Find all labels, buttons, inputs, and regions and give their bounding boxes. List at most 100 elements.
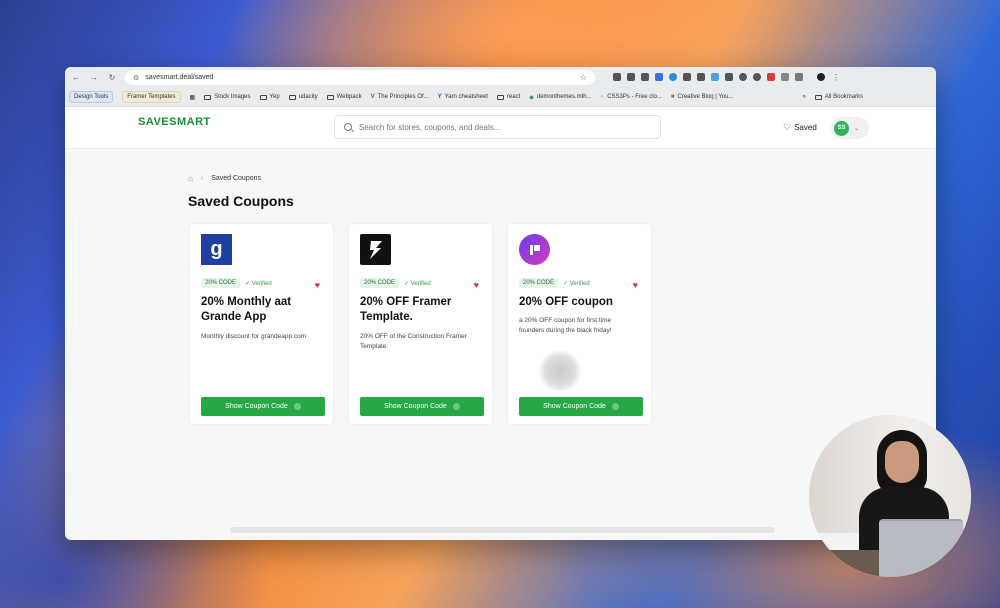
extension-icons: ⋮	[613, 73, 841, 82]
browser-window: ← → ↻ ⚙ savesmart.deal/saved ☆ ⋮ Design …	[65, 67, 936, 540]
puzzle-icon[interactable]	[795, 73, 803, 81]
heart-icon[interactable]: ♥	[474, 280, 479, 290]
bookmark-star-icon[interactable]: ☆	[580, 73, 587, 82]
grid-icon[interactable]: ▦	[190, 94, 196, 101]
code-badge: 20% CODE	[360, 278, 400, 288]
bookmark-item[interactable]: react	[496, 94, 520, 100]
site-settings-icon[interactable]: ⚙	[133, 74, 139, 82]
bookmark-item[interactable]: ■ Creative Bloq | You...	[671, 94, 734, 100]
coupon-title: 20% OFF coupon	[519, 296, 613, 308]
extension-icon[interactable]	[767, 73, 775, 81]
app-header: SAVESMART ♡ Saved SS ⌄	[65, 107, 936, 149]
breadcrumb-current: Saved Coupons	[211, 175, 262, 182]
coupon-list: g 20% CODE ✓ Verified ♥ 20% Monthly aat …	[189, 223, 652, 425]
heart-icon[interactable]: ♥	[315, 280, 320, 290]
heart-icon[interactable]: ♥	[633, 280, 638, 290]
code-badge: 20% CODE	[201, 278, 241, 288]
button-label: Show Coupon Code	[543, 403, 606, 410]
show-coupon-code-button[interactable]: Show Coupon Code	[360, 397, 484, 416]
extension-icon[interactable]	[683, 73, 691, 81]
product-logo	[519, 234, 550, 265]
coupon-title: 20% OFF Framer Template.	[360, 296, 452, 323]
browser-chrome: ← → ↻ ⚙ savesmart.deal/saved ☆ ⋮ Design …	[65, 67, 936, 107]
bookmark-item[interactable]: V The Principles Of...	[371, 94, 429, 100]
bookmark-item[interactable]: ◆ demonthemes.mth...	[529, 94, 591, 101]
badge-row: 20% CODE ✓ Verified	[360, 278, 431, 288]
chevron-down-icon: ⌄	[854, 125, 860, 132]
webcam-laptop	[879, 519, 963, 577]
framer-template-logo	[360, 234, 391, 265]
page-title: Saved Coupons	[188, 193, 294, 209]
folder-icon	[326, 94, 334, 100]
coupon-description: a 20% OFF coupon for first time founders…	[519, 317, 612, 334]
reload-icon[interactable]: ↻	[107, 73, 117, 82]
webcam-overlay	[809, 415, 971, 577]
back-icon[interactable]: ←	[71, 73, 81, 82]
show-coupon-code-button[interactable]: Show Coupon Code	[519, 397, 643, 416]
verified-label: ✓ Verified	[404, 280, 431, 287]
extension-icon[interactable]	[753, 73, 761, 81]
more-menu-icon[interactable]: ⋮	[831, 73, 841, 82]
coupon-description: Monthly discount for grandeapp.com	[201, 333, 307, 340]
badge-row: 20% CODE ✓ Verified	[201, 278, 272, 288]
savesmart-logo[interactable]: SAVESMART	[138, 116, 211, 128]
bookmark-chip[interactable]: Design Tools	[69, 91, 114, 103]
breadcrumb: ⌂ › Saved Coupons	[188, 174, 261, 183]
extension-icon[interactable]	[627, 73, 635, 81]
bookmark-item[interactable]: Yep	[259, 94, 280, 100]
grande-app-logo: g	[201, 234, 232, 265]
coupon-card: 20% CODE ✓ Verified ♥ 20% OFF coupon a 2…	[507, 223, 652, 425]
extension-icon[interactable]	[669, 73, 677, 81]
verified-label: ✓ Verified	[245, 280, 272, 287]
horizontal-scrollbar[interactable]	[230, 527, 775, 533]
profile-icon[interactable]	[817, 73, 825, 81]
main-content: ⌂ › Saved Coupons Saved Coupons g 20% CO…	[65, 149, 936, 540]
blurred-image	[538, 351, 582, 391]
show-coupon-code-button[interactable]: Show Coupon Code	[201, 397, 325, 416]
bookmark-item[interactable]: Stock Images	[204, 94, 251, 100]
extension-icon[interactable]	[781, 73, 789, 81]
bookmark-item[interactable]: Y Yarn cheatsheet	[438, 94, 488, 100]
site-icon: Y	[437, 94, 442, 100]
code-badge: 20% CODE	[519, 278, 559, 288]
bookmark-item[interactable]: udacity	[288, 94, 318, 100]
folder-icon	[496, 94, 504, 100]
button-label: Show Coupon Code	[384, 403, 447, 410]
extension-icon[interactable]	[725, 73, 733, 81]
url-text: savesmart.deal/saved	[145, 74, 214, 81]
folder-icon	[259, 94, 267, 100]
folder-icon	[288, 94, 296, 100]
extension-icon[interactable]	[711, 73, 719, 81]
saved-link[interactable]: ♡ Saved	[783, 122, 817, 133]
coupon-card: 20% CODE ✓ Verified ♥ 20% OFF Framer Tem…	[348, 223, 493, 425]
site-icon: ◐	[600, 94, 605, 100]
bookmark-item[interactable]: ◐ CSS3Ps - Free clo...	[601, 94, 662, 100]
verified-label: ✓ Verified	[563, 280, 590, 287]
extension-icon[interactable]	[641, 73, 649, 81]
extension-icon[interactable]	[739, 73, 747, 81]
search-box[interactable]	[334, 115, 661, 139]
webcam-presenter-face	[885, 441, 919, 483]
site-icon: ■	[670, 94, 675, 100]
site-icon: ◆	[529, 94, 534, 101]
extension-icon[interactable]	[697, 73, 705, 81]
bolt-icon	[369, 240, 382, 259]
badge-row: 20% CODE ✓ Verified	[519, 278, 590, 288]
url-bar-row: ← → ↻ ⚙ savesmart.deal/saved ☆ ⋮	[65, 67, 936, 88]
folder-icon	[204, 94, 212, 100]
extension-icon[interactable]	[655, 73, 663, 81]
breadcrumb-separator-icon: ›	[200, 175, 204, 182]
user-menu[interactable]: SS ⌄	[831, 117, 869, 139]
bookmark-item[interactable]: Webpack	[326, 94, 362, 100]
all-bookmarks[interactable]: All Bookmarks	[814, 94, 863, 100]
bookmark-chip[interactable]: Framer Templates	[122, 91, 181, 103]
search-icon	[344, 123, 352, 131]
p-mark-icon	[529, 244, 540, 255]
search-input[interactable]	[359, 122, 639, 132]
bookmarks-overflow[interactable]: »	[802, 94, 805, 100]
extension-icon[interactable]	[613, 73, 621, 81]
forward-icon[interactable]: →	[89, 73, 99, 82]
home-icon[interactable]: ⌂	[188, 174, 193, 183]
scissors-icon	[452, 403, 460, 410]
address-bar[interactable]: ⚙ savesmart.deal/saved ☆	[125, 70, 595, 85]
